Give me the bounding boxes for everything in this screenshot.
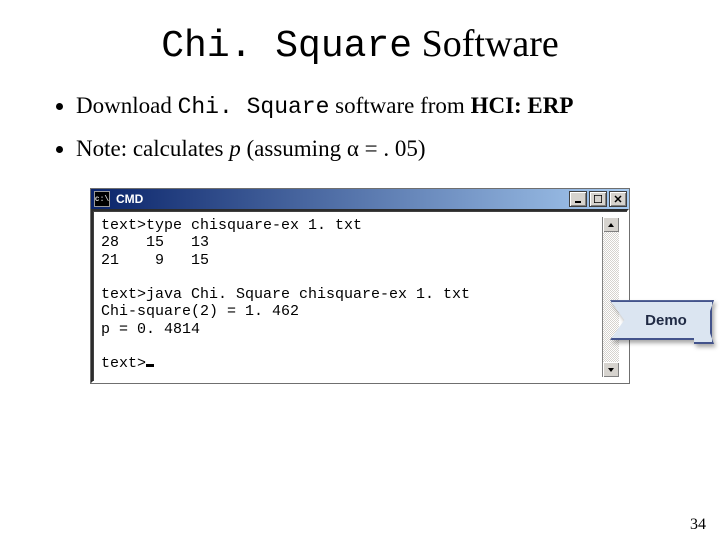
bullet-2-tail: = . 05) bbox=[359, 136, 426, 161]
cmd-window-wrap: c:\ CMD text>type chisquare-ex 1. txt 28… bbox=[90, 188, 630, 384]
maximize-icon bbox=[594, 195, 602, 203]
bullet-1-mid: software from bbox=[329, 93, 470, 118]
cmd-scrollbar[interactable] bbox=[602, 217, 619, 377]
chevron-down-icon bbox=[607, 366, 615, 374]
scroll-track[interactable] bbox=[603, 232, 619, 362]
close-button[interactable] bbox=[609, 191, 627, 207]
cmd-output: text>type chisquare-ex 1. txt 28 15 13 2… bbox=[101, 217, 602, 377]
bullet-1-pre: Download bbox=[76, 93, 178, 118]
bullet-2-mid: (assuming α bbox=[241, 136, 359, 161]
title-mono: Chi. Square bbox=[161, 25, 412, 68]
bullet-1: Download Chi. Square software from HCI: … bbox=[76, 90, 670, 123]
cmd-body: text>type chisquare-ex 1. txt 28 15 13 2… bbox=[91, 209, 629, 383]
bullet-2: Note: calculates p (assuming α = . 05) bbox=[76, 133, 670, 164]
scroll-down-button[interactable] bbox=[603, 362, 619, 377]
bullet-1-mono: Chi. Square bbox=[178, 94, 330, 120]
page-number: 34 bbox=[690, 516, 706, 534]
cmd-system-icon[interactable]: c:\ bbox=[94, 191, 110, 207]
close-icon bbox=[614, 195, 622, 203]
chevron-up-icon bbox=[607, 221, 615, 229]
maximize-button[interactable] bbox=[589, 191, 607, 207]
minimize-icon bbox=[574, 195, 582, 203]
cmd-titlebar[interactable]: c:\ CMD bbox=[91, 189, 629, 209]
cmd-window: c:\ CMD text>type chisquare-ex 1. txt 28… bbox=[90, 188, 630, 384]
slide-title: Chi. Square Software bbox=[50, 22, 670, 68]
bullet-2-pre: Note: calculates bbox=[76, 136, 229, 161]
bullet-list: Download Chi. Square software from HCI: … bbox=[50, 90, 670, 164]
demo-label: Demo bbox=[645, 312, 687, 329]
cmd-cursor bbox=[146, 364, 154, 367]
title-rest: Software bbox=[412, 23, 559, 65]
cmd-lines: text>type chisquare-ex 1. txt 28 15 13 2… bbox=[101, 217, 470, 372]
bullet-2-ital: p bbox=[229, 136, 241, 161]
minimize-button[interactable] bbox=[569, 191, 587, 207]
cmd-title-text: CMD bbox=[116, 192, 567, 206]
demo-ribbon: Demo bbox=[610, 300, 712, 340]
scroll-up-button[interactable] bbox=[603, 217, 619, 232]
bullet-1-bold: HCI: ERP bbox=[471, 93, 574, 118]
